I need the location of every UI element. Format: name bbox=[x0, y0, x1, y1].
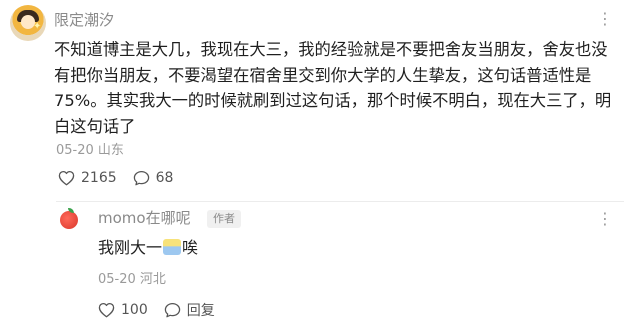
reply-actions: 100 回复 bbox=[98, 300, 231, 320]
reply-button[interactable]: 回复 bbox=[164, 300, 215, 320]
heart-icon bbox=[98, 302, 115, 318]
like-count: 100 bbox=[121, 302, 148, 318]
more-dots-icon[interactable]: ⋮ bbox=[597, 11, 613, 27]
like-button[interactable]: 100 bbox=[98, 302, 148, 318]
like-count: 2165 bbox=[81, 170, 117, 186]
avatar[interactable]: ✦ bbox=[10, 5, 46, 41]
comment-date: 05-20 bbox=[56, 143, 94, 158]
reply-count-button[interactable]: 68 bbox=[133, 170, 174, 186]
comment-actions: 2165 68 bbox=[58, 170, 189, 186]
comment-meta: 05-20 山东 bbox=[56, 142, 124, 160]
reply-divider bbox=[56, 201, 624, 202]
like-button[interactable]: 2165 bbox=[58, 170, 117, 186]
reply-text-after: 唉 bbox=[182, 238, 199, 257]
reply-count: 68 bbox=[155, 170, 174, 186]
comment-bubble-icon bbox=[133, 170, 149, 186]
reply-label: 回复 bbox=[186, 303, 215, 319]
reply-avatar[interactable] bbox=[60, 208, 78, 229]
sad-emoji-icon bbox=[163, 239, 182, 255]
more-dots-icon[interactable]: ⋮ bbox=[597, 211, 613, 227]
avatar-sparkle-icon: ✦ bbox=[33, 21, 42, 32]
reply-text-before: 我刚大一 bbox=[98, 238, 163, 257]
comment-bubble-icon bbox=[164, 302, 180, 318]
apple-leaf-icon bbox=[68, 208, 74, 213]
reply-text: 我刚大一唉 bbox=[98, 236, 198, 260]
comment-username[interactable]: 限定潮汐 bbox=[54, 10, 114, 30]
comment-location: 山东 bbox=[97, 143, 124, 158]
author-badge: 作者 bbox=[207, 210, 241, 228]
comment-text: 不知道博主是大几，我现在大三，我的经验就是不要把舍友当朋友，舍友也没有把你当朋友… bbox=[54, 40, 612, 136]
reply-date: 05-20 bbox=[98, 272, 136, 287]
reply-location: 河北 bbox=[139, 272, 166, 287]
reply-username[interactable]: momo在哪呢 bbox=[98, 208, 191, 228]
reply-meta: 05-20 河北 bbox=[98, 271, 166, 289]
heart-icon bbox=[58, 170, 75, 186]
